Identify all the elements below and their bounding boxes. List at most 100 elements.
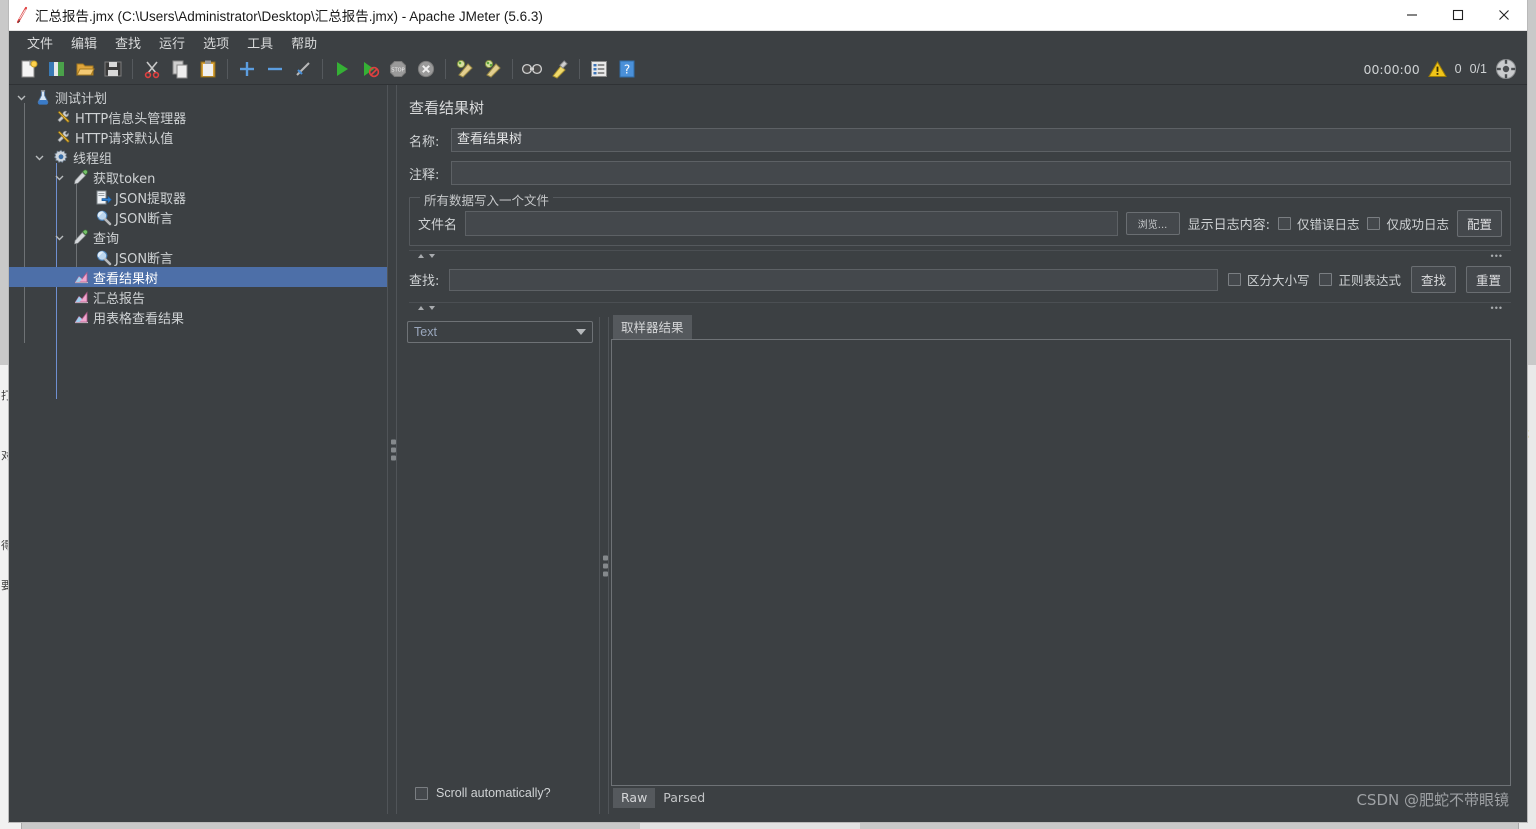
chevron-down-icon[interactable] [55,233,71,242]
reset-button[interactable]: 重置 [1465,266,1511,293]
minimize-button[interactable] [1389,0,1435,31]
templates-icon[interactable] [44,57,70,82]
tab-parsed[interactable]: Parsed [655,788,713,808]
toolbar-separator [512,59,513,79]
collapse-dots[interactable]: ••• [1491,303,1503,312]
function-helper-icon[interactable] [586,57,612,82]
open-icon[interactable] [72,57,98,82]
search-input[interactable] [449,268,1218,291]
save-icon[interactable] [100,57,126,82]
stop-icon[interactable]: STOP [385,57,411,82]
name-input[interactable]: 查看结果树 [451,128,1511,152]
expand-icon[interactable] [234,57,260,82]
configure-button[interactable]: 配置 [1456,210,1502,237]
copy-icon[interactable] [167,57,193,82]
raw-parsed-tabs: Raw Parsed [611,786,1527,808]
jmeter-feather-icon [9,6,35,24]
tree-node-test-plan[interactable]: 测试计划 [9,87,387,107]
success-only-label: 仅成功日志 [1386,217,1449,232]
comment-input[interactable] [451,161,1511,185]
result-content-area[interactable] [611,339,1511,786]
checkbox-box[interactable] [1227,273,1241,286]
clear-icon[interactable] [452,57,478,82]
tree-node-json-assertion[interactable]: JSON断言 [9,247,387,267]
regex-checkbox[interactable]: 正则表达式 [1319,270,1401,289]
checkbox-box[interactable] [1319,273,1333,286]
menu-run[interactable]: 运行 [150,31,194,54]
tree-node-view-results-tree[interactable]: 查看结果树 [9,267,387,287]
chevron-down-icon[interactable] [576,329,586,335]
filename-input[interactable] [465,211,1118,236]
search-collapse-bar-bottom[interactable]: ••• [409,302,1511,313]
result-tabs: 取样器结果 [611,315,1527,339]
menu-options[interactable]: 选项 [194,31,238,54]
tree-node-http-defaults[interactable]: HTTP请求默认值 [9,127,387,147]
chevron-down-icon[interactable] [55,173,71,182]
window-title: 汇总报告.jmx (C:\Users\Administrator\Desktop… [35,9,543,24]
browse-button[interactable]: 浏览... [1125,212,1180,235]
tree-node-http-header-manager[interactable]: HTTP信息头管理器 [9,107,387,127]
scroll-automatically-checkbox[interactable]: Scroll automatically? [407,786,599,814]
name-field-row: 名称: 查看结果树 [397,128,1527,152]
tree-editor-splitter[interactable] [387,85,397,814]
tree-node-get-token[interactable]: 获取token [9,167,387,187]
tab-raw[interactable]: Raw [613,788,656,808]
checkbox-box[interactable] [415,786,428,800]
menu-help[interactable]: 帮助 [282,31,326,54]
tree-node-json-extractor[interactable]: JSON提取器 [9,187,387,207]
elapsed-timer: 00:00:00 [1363,61,1420,77]
filename-label: 文件名 [418,218,458,233]
maximize-button[interactable] [1435,0,1481,31]
title-bar: 汇总报告.jmx (C:\Users\Administrator\Desktop… [9,0,1527,31]
search-collapse-bar-top[interactable]: ••• [409,250,1511,261]
clear-all-icon[interactable] [480,57,506,82]
menu-edit[interactable]: 编辑 [62,31,106,54]
start-icon[interactable] [329,57,355,82]
menu-file[interactable]: 文件 [18,31,62,54]
tree-node-query[interactable]: 查询 [9,227,387,247]
json-assertion-icon [93,209,113,226]
collapse-icon[interactable] [262,57,288,82]
menu-search[interactable]: 查找 [106,31,150,54]
checkbox-box[interactable] [1367,217,1381,230]
menu-tools[interactable]: 工具 [238,31,282,54]
paste-icon[interactable] [195,57,221,82]
listener-icon [71,289,91,306]
chevron-down-icon[interactable] [35,153,51,162]
success-only-checkbox[interactable]: 仅成功日志 [1367,214,1449,233]
new-icon[interactable] [16,57,42,82]
tab-sampler-result[interactable]: 取样器结果 [613,315,692,339]
tree-node-json-assertion[interactable]: JSON断言 [9,207,387,227]
case-sensitive-checkbox[interactable]: 区分大小写 [1227,270,1309,289]
warning-triangle-icon[interactable] [1427,60,1447,78]
toolbar-status: 00:00:00 0 0/1 [1364,58,1521,80]
test-plan-tree[interactable]: 测试计划 HTTP信息头管理器 HTTP请求默认值 线程组 获取token JS… [9,85,387,814]
cut-icon[interactable] [139,57,165,82]
shutdown-icon[interactable] [413,57,439,82]
remote-engine-icon[interactable] [1495,58,1517,80]
tree-node-label: JSON断言 [115,251,174,267]
start-no-pause-icon[interactable] [357,57,383,82]
toggle-icon[interactable] [290,57,316,82]
collapse-dots[interactable]: ••• [1491,251,1503,260]
results-splitter[interactable] [599,317,609,814]
collapse-arrows[interactable] [417,304,436,312]
tree-node-label: HTTP信息头管理器 [75,111,187,127]
renderer-select[interactable]: Text [407,321,593,343]
reset-search-icon[interactable] [547,57,573,82]
find-button[interactable]: 查找 [1410,266,1456,293]
results-area: Text Scroll automatically? 取样器结果 Raw Par… [397,315,1527,814]
checkbox-box[interactable] [1277,217,1291,230]
errors-only-checkbox[interactable]: 仅错误日志 [1277,214,1359,233]
chevron-down-icon[interactable] [17,93,33,102]
tree-node-summary-report[interactable]: 汇总报告 [9,287,387,307]
results-tree-list[interactable] [407,343,599,786]
jmeter-window: 汇总报告.jmx (C:\Users\Administrator\Desktop… [8,0,1528,823]
listener-icon [71,269,91,286]
collapse-arrows[interactable] [417,252,436,260]
tree-node-thread-group[interactable]: 线程组 [9,147,387,167]
close-button[interactable] [1481,0,1527,31]
tree-node-view-results-table[interactable]: 用表格查看结果 [9,307,387,327]
help-icon[interactable]: ? [614,57,640,82]
search-icon[interactable] [519,57,545,82]
